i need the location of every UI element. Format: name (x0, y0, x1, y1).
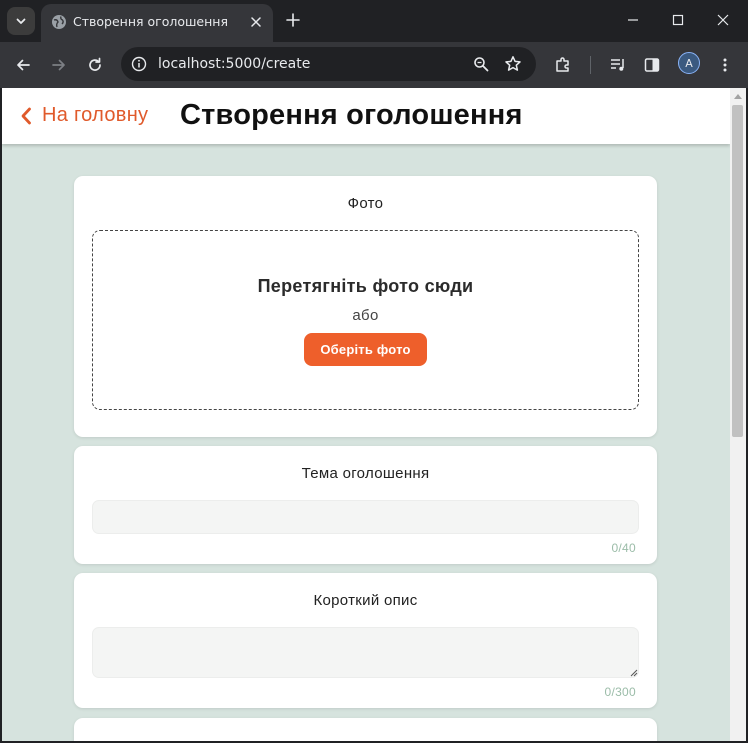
address-bar[interactable]: localhost:5000/create (121, 47, 536, 81)
photo-card: Фото Перетягніть фото сюди або Оберіть ф… (74, 176, 657, 437)
window-close-icon[interactable] (707, 6, 739, 34)
forward-arrow-icon[interactable] (45, 51, 73, 79)
tab-search-button[interactable] (7, 7, 35, 35)
tab-close-icon[interactable] (247, 13, 265, 31)
side-panel-icon[interactable] (640, 53, 664, 77)
site-info-icon[interactable] (129, 54, 149, 74)
minimize-icon[interactable] (617, 6, 649, 34)
maximize-icon[interactable] (662, 6, 694, 34)
extensions-icon[interactable] (551, 53, 575, 77)
next-section-card (74, 718, 657, 741)
chevron-left-icon (21, 107, 31, 124)
photo-dropzone[interactable]: Перетягніть фото сюди або Оберіть фото (92, 230, 639, 410)
globe-icon (51, 14, 67, 30)
bookmark-star-icon[interactable] (503, 54, 523, 74)
back-arrow-icon[interactable] (9, 51, 37, 79)
new-tab-plus-icon[interactable] (283, 10, 303, 30)
topic-input[interactable] (92, 500, 639, 534)
tab-title: Створення оголошення (73, 14, 228, 29)
back-link-label: На головну (42, 104, 149, 126)
page-viewport: На головну Створення оголошення Фото Пер… (2, 88, 730, 741)
media-controls-icon[interactable] (606, 53, 630, 77)
zoom-icon[interactable] (471, 54, 491, 74)
short-description-card: Короткий опис 0/300 (74, 573, 657, 708)
browser-tab[interactable]: Створення оголошення (41, 4, 273, 42)
topic-card: Тема оголошення 0/40 (74, 446, 657, 564)
browser-tab-strip: Створення оголошення (0, 0, 748, 42)
short-description-label: Короткий опис (313, 592, 418, 609)
scrollbar-thumb[interactable] (732, 105, 743, 437)
back-to-home-link[interactable]: На головну (20, 104, 148, 127)
dropzone-or-text: або (352, 307, 379, 324)
topic-char-counter: 0/40 (611, 541, 636, 555)
more-menu-icon[interactable] (713, 53, 737, 77)
page-header: На головну Створення оголошення (2, 88, 730, 144)
page-scrollbar[interactable] (730, 88, 746, 741)
chevron-down-icon (16, 18, 26, 24)
page-title: Створення оголошення (180, 99, 523, 131)
address-url: localhost:5000/create (158, 56, 311, 72)
scroll-up-arrow-icon[interactable] (730, 90, 746, 102)
short-description-textarea[interactable] (92, 627, 639, 678)
profile-avatar[interactable]: A (678, 52, 700, 74)
toolbar-divider (590, 56, 591, 74)
short-description-char-counter: 0/300 (604, 685, 636, 699)
reload-icon[interactable] (81, 51, 109, 79)
browser-toolbar: localhost:5000/create A (0, 42, 748, 88)
resize-handle-icon[interactable] (630, 669, 638, 677)
dropzone-title: Перетягніть фото сюди (257, 276, 474, 296)
topic-label: Тема оголошення (301, 465, 430, 482)
photo-label: Фото (347, 195, 384, 212)
choose-photo-button[interactable]: Оберіть фото (304, 333, 427, 366)
